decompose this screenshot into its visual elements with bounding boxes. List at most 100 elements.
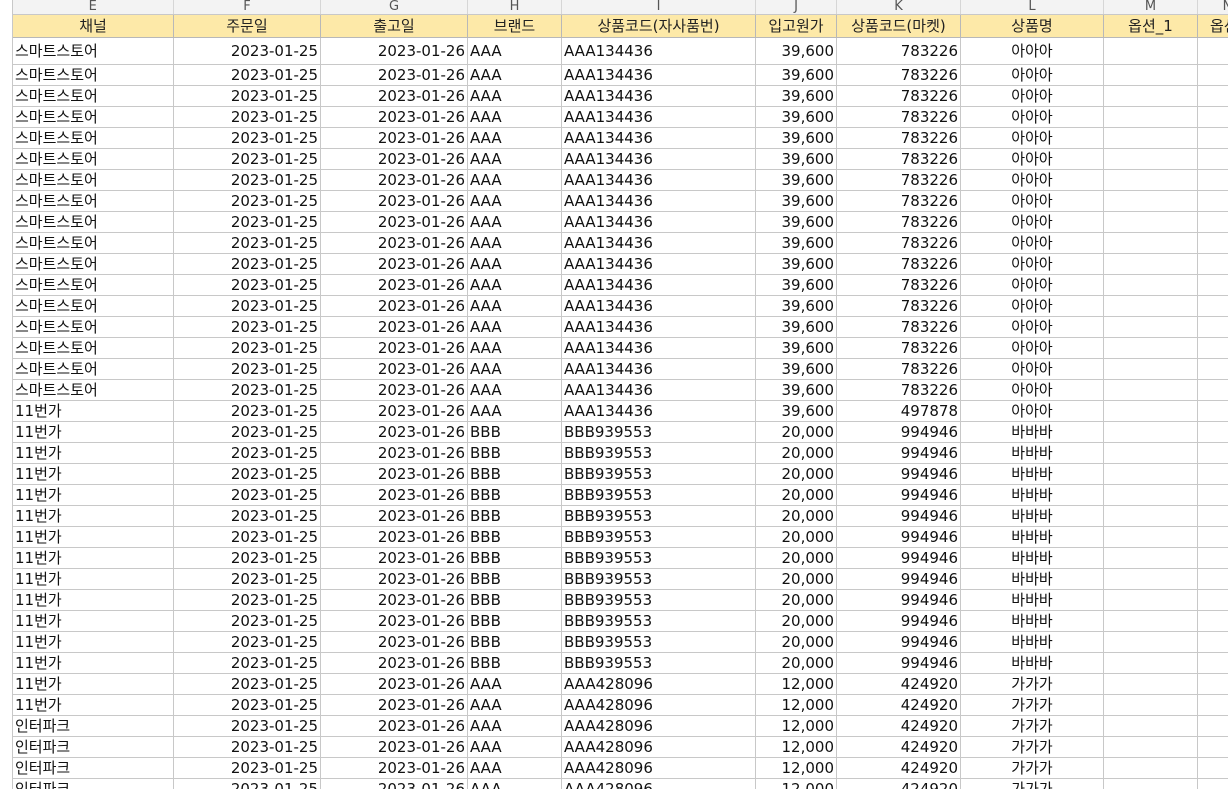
cell-channel[interactable]: 스마트스토어 [12,253,174,275]
cell-option-2[interactable] [1197,253,1228,275]
cell-sku[interactable]: BBB939553 [561,484,756,506]
cell-ship-date[interactable]: 2023-01-26 [320,778,468,789]
cell-cost[interactable]: 39,600 [755,127,837,149]
cell-channel[interactable]: 인터파크 [12,715,174,737]
cell-product-name[interactable]: 바바바 [960,505,1104,527]
cell-option-2[interactable] [1197,358,1228,380]
cell-cost[interactable]: 39,600 [755,295,837,317]
cell-option-2[interactable] [1197,106,1228,128]
cell-cost[interactable]: 39,600 [755,85,837,107]
cell-ship-date[interactable]: 2023-01-26 [320,400,468,422]
cell-cost[interactable]: 12,000 [755,778,837,789]
cell-ship-date[interactable]: 2023-01-26 [320,358,468,380]
cell-option-1[interactable] [1103,169,1198,191]
header-market-code[interactable]: 상품코드(마켓) [836,14,961,38]
cell-cost[interactable]: 20,000 [755,610,837,632]
cell-product-name[interactable]: 바바바 [960,547,1104,569]
cell-option-1[interactable] [1103,148,1198,170]
cell-option-1[interactable] [1103,190,1198,212]
column-letter-i[interactable]: I [561,0,756,15]
cell-order-date[interactable]: 2023-01-25 [173,358,321,380]
cell-cost[interactable]: 20,000 [755,547,837,569]
cell-channel[interactable]: 스마트스토어 [12,295,174,317]
cell-channel[interactable]: 11번가 [12,610,174,632]
cell-brand[interactable]: AAA [467,316,562,338]
cell-market-code[interactable]: 783226 [836,169,961,191]
cell-market-code[interactable]: 783226 [836,274,961,296]
header-option-2[interactable]: 옵션_ [1197,14,1228,38]
cell-order-date[interactable]: 2023-01-25 [173,127,321,149]
cell-cost[interactable]: 39,600 [755,232,837,254]
cell-sku[interactable]: BBB939553 [561,589,756,611]
cell-option-2[interactable] [1197,694,1228,716]
cell-cost[interactable]: 20,000 [755,526,837,548]
cell-order-date[interactable]: 2023-01-25 [173,505,321,527]
header-ship-date[interactable]: 출고일 [320,14,468,38]
cell-product-name[interactable]: 아아아 [960,379,1104,401]
cell-channel[interactable]: 스마트스토어 [12,127,174,149]
cell-option-1[interactable] [1103,253,1198,275]
cell-channel[interactable]: 스마트스토어 [12,37,174,65]
cell-cost[interactable]: 12,000 [755,694,837,716]
cell-sku[interactable]: BBB939553 [561,610,756,632]
cell-market-code[interactable]: 783226 [836,211,961,233]
cell-brand[interactable]: AAA [467,715,562,737]
cell-order-date[interactable]: 2023-01-25 [173,316,321,338]
cell-cost[interactable]: 20,000 [755,421,837,443]
cell-order-date[interactable]: 2023-01-25 [173,694,321,716]
cell-product-name[interactable]: 가가가 [960,673,1104,695]
cell-order-date[interactable]: 2023-01-25 [173,379,321,401]
cell-cost[interactable]: 39,600 [755,253,837,275]
cell-channel[interactable]: 인터파크 [12,757,174,779]
cell-option-2[interactable] [1197,316,1228,338]
cell-option-2[interactable] [1197,526,1228,548]
cell-brand[interactable]: BBB [467,526,562,548]
cell-product-name[interactable]: 가가가 [960,715,1104,737]
cell-sku[interactable]: AAA428096 [561,757,756,779]
cell-sku[interactable]: BBB939553 [561,442,756,464]
cell-sku[interactable]: AAA134436 [561,211,756,233]
cell-product-name[interactable]: 바바바 [960,568,1104,590]
cell-product-name[interactable]: 가가가 [960,757,1104,779]
cell-product-name[interactable]: 아아아 [960,37,1104,65]
cell-product-name[interactable]: 바바바 [960,526,1104,548]
cell-product-name[interactable]: 아아아 [960,232,1104,254]
cell-order-date[interactable]: 2023-01-25 [173,547,321,569]
spreadsheet-grid[interactable]: EFGHIJKLMN채널주문일출고일브랜드상품코드(자사품번)입고원가상품코드(… [0,0,1228,789]
cell-order-date[interactable]: 2023-01-25 [173,631,321,653]
cell-ship-date[interactable]: 2023-01-26 [320,463,468,485]
cell-order-date[interactable]: 2023-01-25 [173,442,321,464]
cell-ship-date[interactable]: 2023-01-26 [320,295,468,317]
cell-channel[interactable]: 스마트스토어 [12,85,174,107]
cell-option-2[interactable] [1197,127,1228,149]
cell-market-code[interactable]: 783226 [836,190,961,212]
cell-sku[interactable]: AAA428096 [561,715,756,737]
cell-product-name[interactable]: 바바바 [960,463,1104,485]
cell-option-1[interactable] [1103,295,1198,317]
cell-order-date[interactable]: 2023-01-25 [173,400,321,422]
cell-sku[interactable]: AAA134436 [561,106,756,128]
cell-ship-date[interactable]: 2023-01-26 [320,652,468,674]
cell-option-2[interactable] [1197,190,1228,212]
cell-channel[interactable]: 11번가 [12,568,174,590]
cell-order-date[interactable]: 2023-01-25 [173,64,321,86]
cell-option-2[interactable] [1197,337,1228,359]
cell-channel[interactable]: 스마트스토어 [12,274,174,296]
cell-sku[interactable]: BBB939553 [561,652,756,674]
cell-brand[interactable]: AAA [467,64,562,86]
cell-market-code[interactable]: 994946 [836,610,961,632]
cell-order-date[interactable]: 2023-01-25 [173,526,321,548]
cell-market-code[interactable]: 497878 [836,400,961,422]
cell-market-code[interactable]: 994946 [836,442,961,464]
cell-brand[interactable]: AAA [467,295,562,317]
cell-cost[interactable]: 39,600 [755,64,837,86]
cell-market-code[interactable]: 783226 [836,253,961,275]
cell-option-1[interactable] [1103,631,1198,653]
column-letter-e[interactable]: E [12,0,174,15]
cell-ship-date[interactable]: 2023-01-26 [320,211,468,233]
cell-channel[interactable]: 스마트스토어 [12,379,174,401]
cell-order-date[interactable]: 2023-01-25 [173,715,321,737]
cell-market-code[interactable]: 994946 [836,547,961,569]
cell-order-date[interactable]: 2023-01-25 [173,463,321,485]
cell-cost[interactable]: 20,000 [755,505,837,527]
